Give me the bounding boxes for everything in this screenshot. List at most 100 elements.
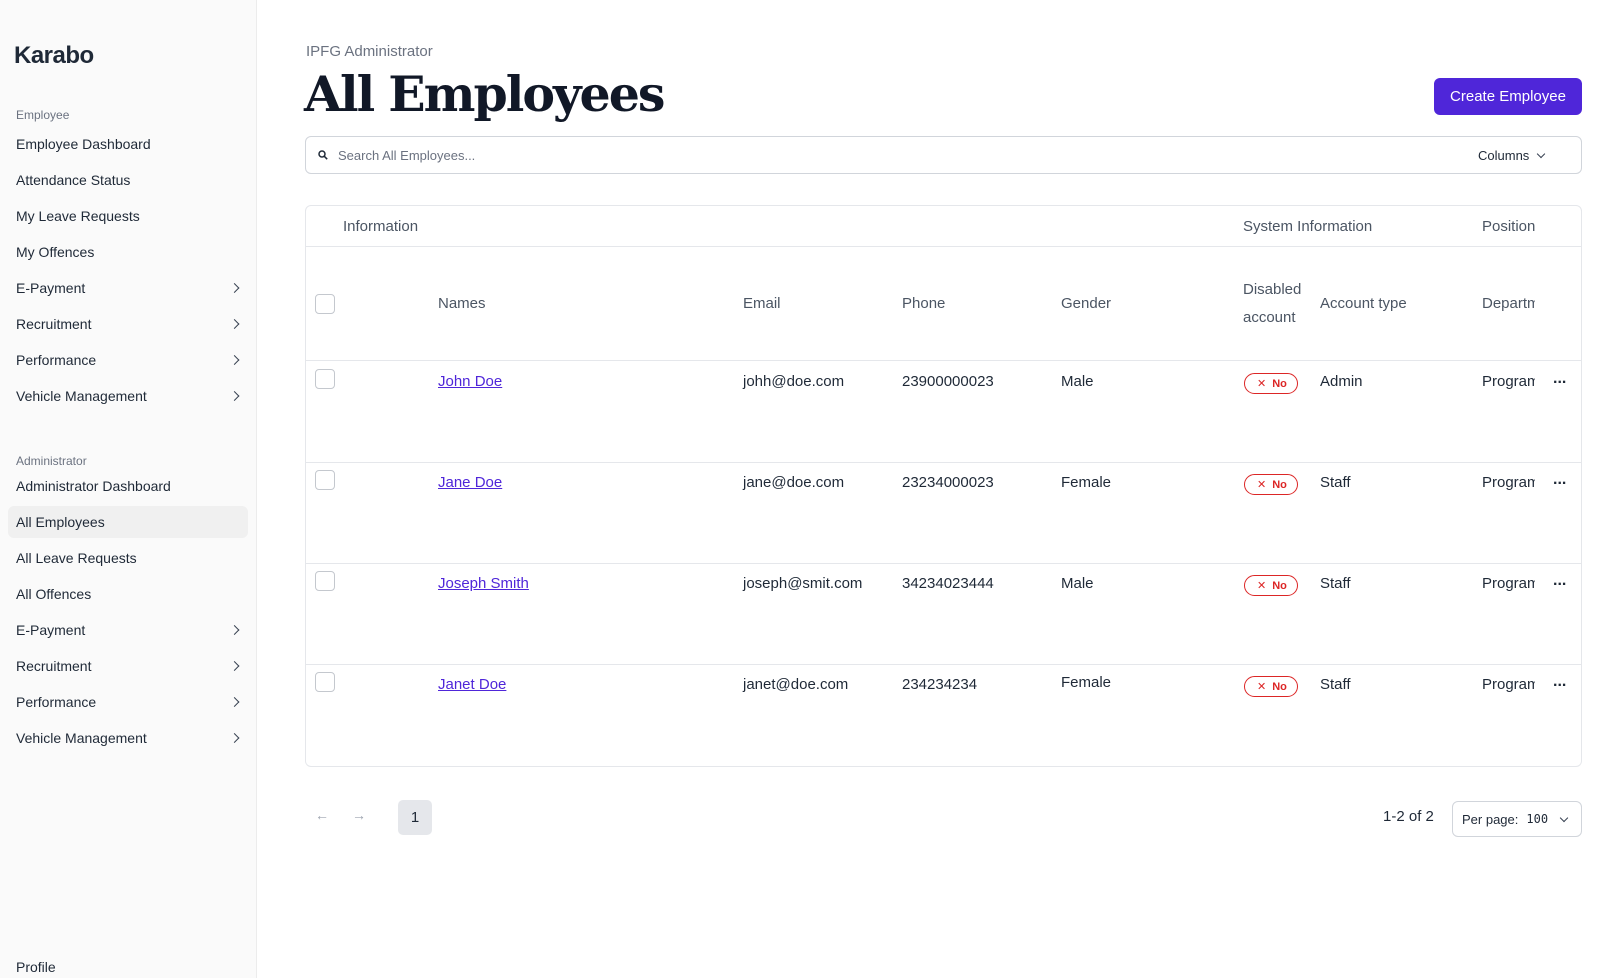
employee-account-type: Staff: [1320, 676, 1351, 693]
column-department[interactable]: Department: [1482, 290, 1535, 318]
sidebar-item-performance[interactable]: Performance: [8, 344, 248, 376]
employee-department: Program: [1482, 676, 1535, 693]
sidebar-item-performance[interactable]: Performance: [8, 686, 248, 718]
close-icon: ✕: [1257, 378, 1267, 390]
sidebar-item-label: Employee Dashboard: [16, 136, 151, 152]
sidebar-item-profile[interactable]: Profile: [8, 951, 248, 978]
per-page-label: Per page:: [1462, 811, 1519, 827]
next-page-button[interactable]: →: [352, 807, 366, 823]
sidebar-item-all-employees[interactable]: All Employees: [8, 506, 248, 538]
sidebar-item-attendance-status[interactable]: Attendance Status: [8, 164, 248, 196]
page-number-button[interactable]: 1: [398, 800, 432, 835]
disabled-status-badge: ✕ No: [1244, 474, 1298, 495]
column-disabled-line1: Disabled: [1243, 281, 1302, 298]
table-row: John Doe johh@doe.com 23900000023 Male ✕ No Ad…: [306, 361, 1581, 463]
row-actions-button[interactable]: ...: [1553, 673, 1566, 691]
employee-phone: 23234000023: [902, 474, 994, 491]
employee-phone: 23900000023: [902, 373, 994, 390]
disabled-status-badge: ✕ No: [1244, 575, 1298, 596]
close-icon: ✕: [1257, 681, 1267, 693]
sidebar-item-vehicle-management[interactable]: Vehicle Management: [8, 722, 248, 754]
close-icon: ✕: [1257, 479, 1267, 491]
column-gender[interactable]: Gender: [1061, 290, 1111, 318]
column-names[interactable]: Names: [438, 290, 486, 318]
sidebar-item-label: All Leave Requests: [16, 550, 137, 566]
employee-name-link[interactable]: John Doe: [438, 373, 502, 390]
pagination-range: 1-2 of 2: [1383, 808, 1434, 825]
employee-name-link[interactable]: Jane Doe: [438, 474, 502, 491]
employee-account-type: Staff: [1320, 474, 1351, 491]
disabled-status-badge: ✕ No: [1244, 676, 1298, 697]
employee-email: joseph@smit.com: [743, 575, 863, 592]
chevron-down-icon: [1537, 149, 1546, 158]
sidebar-item-recruitment[interactable]: Recruitment: [8, 650, 248, 682]
prev-page-button[interactable]: ←: [315, 807, 329, 823]
badge-label: No: [1272, 680, 1287, 693]
employee-name-link[interactable]: Janet Doe: [438, 676, 506, 693]
row-actions-button[interactable]: ...: [1553, 370, 1566, 388]
sidebar-item-employee-dashboard[interactable]: Employee Dashboard: [8, 128, 248, 160]
employee-email: janet@doe.com: [743, 676, 849, 693]
column-phone[interactable]: Phone: [902, 290, 945, 318]
group-position: Position: [1482, 218, 1535, 235]
breadcrumb[interactable]: IPFG Administrator: [306, 43, 433, 60]
row-checkbox[interactable]: [315, 470, 335, 490]
chevron-right-icon: [229, 355, 240, 365]
chevron-down-icon: [1559, 813, 1569, 823]
sidebar-item-my-offences[interactable]: My Offences: [8, 236, 248, 268]
row-checkbox[interactable]: [315, 571, 335, 591]
column-account-type[interactable]: Account type: [1320, 290, 1407, 318]
employee-email: jane@doe.com: [743, 474, 845, 491]
row-checkbox[interactable]: [315, 369, 335, 389]
table-group-header: Information System Information Position: [306, 206, 1581, 247]
employee-account-type: Staff: [1320, 575, 1351, 592]
row-checkbox[interactable]: [315, 672, 335, 692]
sidebar-item-vehicle-management[interactable]: Vehicle Management: [8, 380, 248, 412]
employee-department: Program: [1482, 474, 1535, 491]
sidebar-item-label: Recruitment: [16, 658, 92, 674]
per-page-select[interactable]: Per page: 100: [1452, 801, 1582, 837]
row-actions-button[interactable]: ...: [1553, 572, 1566, 590]
per-page-value: 100: [1526, 812, 1549, 826]
search-input[interactable]: [338, 143, 1338, 167]
select-all-checkbox[interactable]: [315, 294, 335, 314]
chevron-right-icon: [229, 625, 240, 635]
disabled-status-badge: ✕ No: [1244, 373, 1298, 394]
sidebar-item-e-payment[interactable]: E-Payment: [8, 272, 248, 304]
table-row: Joseph Smith joseph@smit.com 34234023444 Ma…: [306, 563, 1581, 665]
sidebar-section-employee: Employee: [16, 108, 70, 122]
sidebar-item-all-offences[interactable]: All Offences: [8, 578, 248, 610]
sidebar-item-label: Performance: [16, 352, 97, 368]
chevron-right-icon: [229, 319, 240, 329]
sidebar-item-label: Recruitment: [16, 316, 92, 332]
page-title: All Employees: [304, 65, 665, 123]
sidebar-item-administrator-dashboard[interactable]: Administrator Dashboard: [8, 470, 248, 502]
sidebar-item-label: Attendance Status: [16, 172, 131, 188]
sidebar-item-my-leave-requests[interactable]: My Leave Requests: [8, 200, 248, 232]
columns-dropdown[interactable]: Columns: [1478, 143, 1568, 167]
table-header-row: Names Email Phone Gender Disabled accoun…: [306, 247, 1581, 361]
employee-email: johh@doe.com: [743, 373, 845, 390]
sidebar-section-administrator: Administrator: [16, 454, 87, 468]
group-information: Information: [343, 218, 419, 235]
employee-name-link[interactable]: Joseph Smith: [438, 575, 529, 592]
search-icon: [318, 150, 328, 160]
employee-department: Program: [1482, 373, 1535, 390]
sidebar-item-label: Vehicle Management: [16, 388, 147, 404]
search-bar: Columns: [305, 136, 1582, 174]
chevron-right-icon: [229, 697, 240, 707]
employee-account-type: Admin: [1320, 373, 1363, 390]
sidebar-item-label: My Offences: [16, 244, 95, 260]
sidebar-item-all-leave-requests[interactable]: All Leave Requests: [8, 542, 248, 574]
row-actions-button[interactable]: ...: [1553, 471, 1566, 489]
chevron-right-icon: [229, 391, 240, 401]
sidebar-item-e-payment[interactable]: E-Payment: [8, 614, 248, 646]
sidebar-item-recruitment[interactable]: Recruitment: [8, 308, 248, 340]
chevron-right-icon: [229, 661, 240, 671]
column-email[interactable]: Email: [743, 290, 781, 318]
employees-table: Information System Information Position …: [305, 205, 1582, 767]
sidebar-item-label: Vehicle Management: [16, 730, 147, 746]
employee-gender: Male: [1061, 373, 1094, 390]
column-disabled-account[interactable]: Disabled account: [1243, 276, 1301, 332]
create-employee-button[interactable]: Create Employee: [1434, 78, 1582, 115]
